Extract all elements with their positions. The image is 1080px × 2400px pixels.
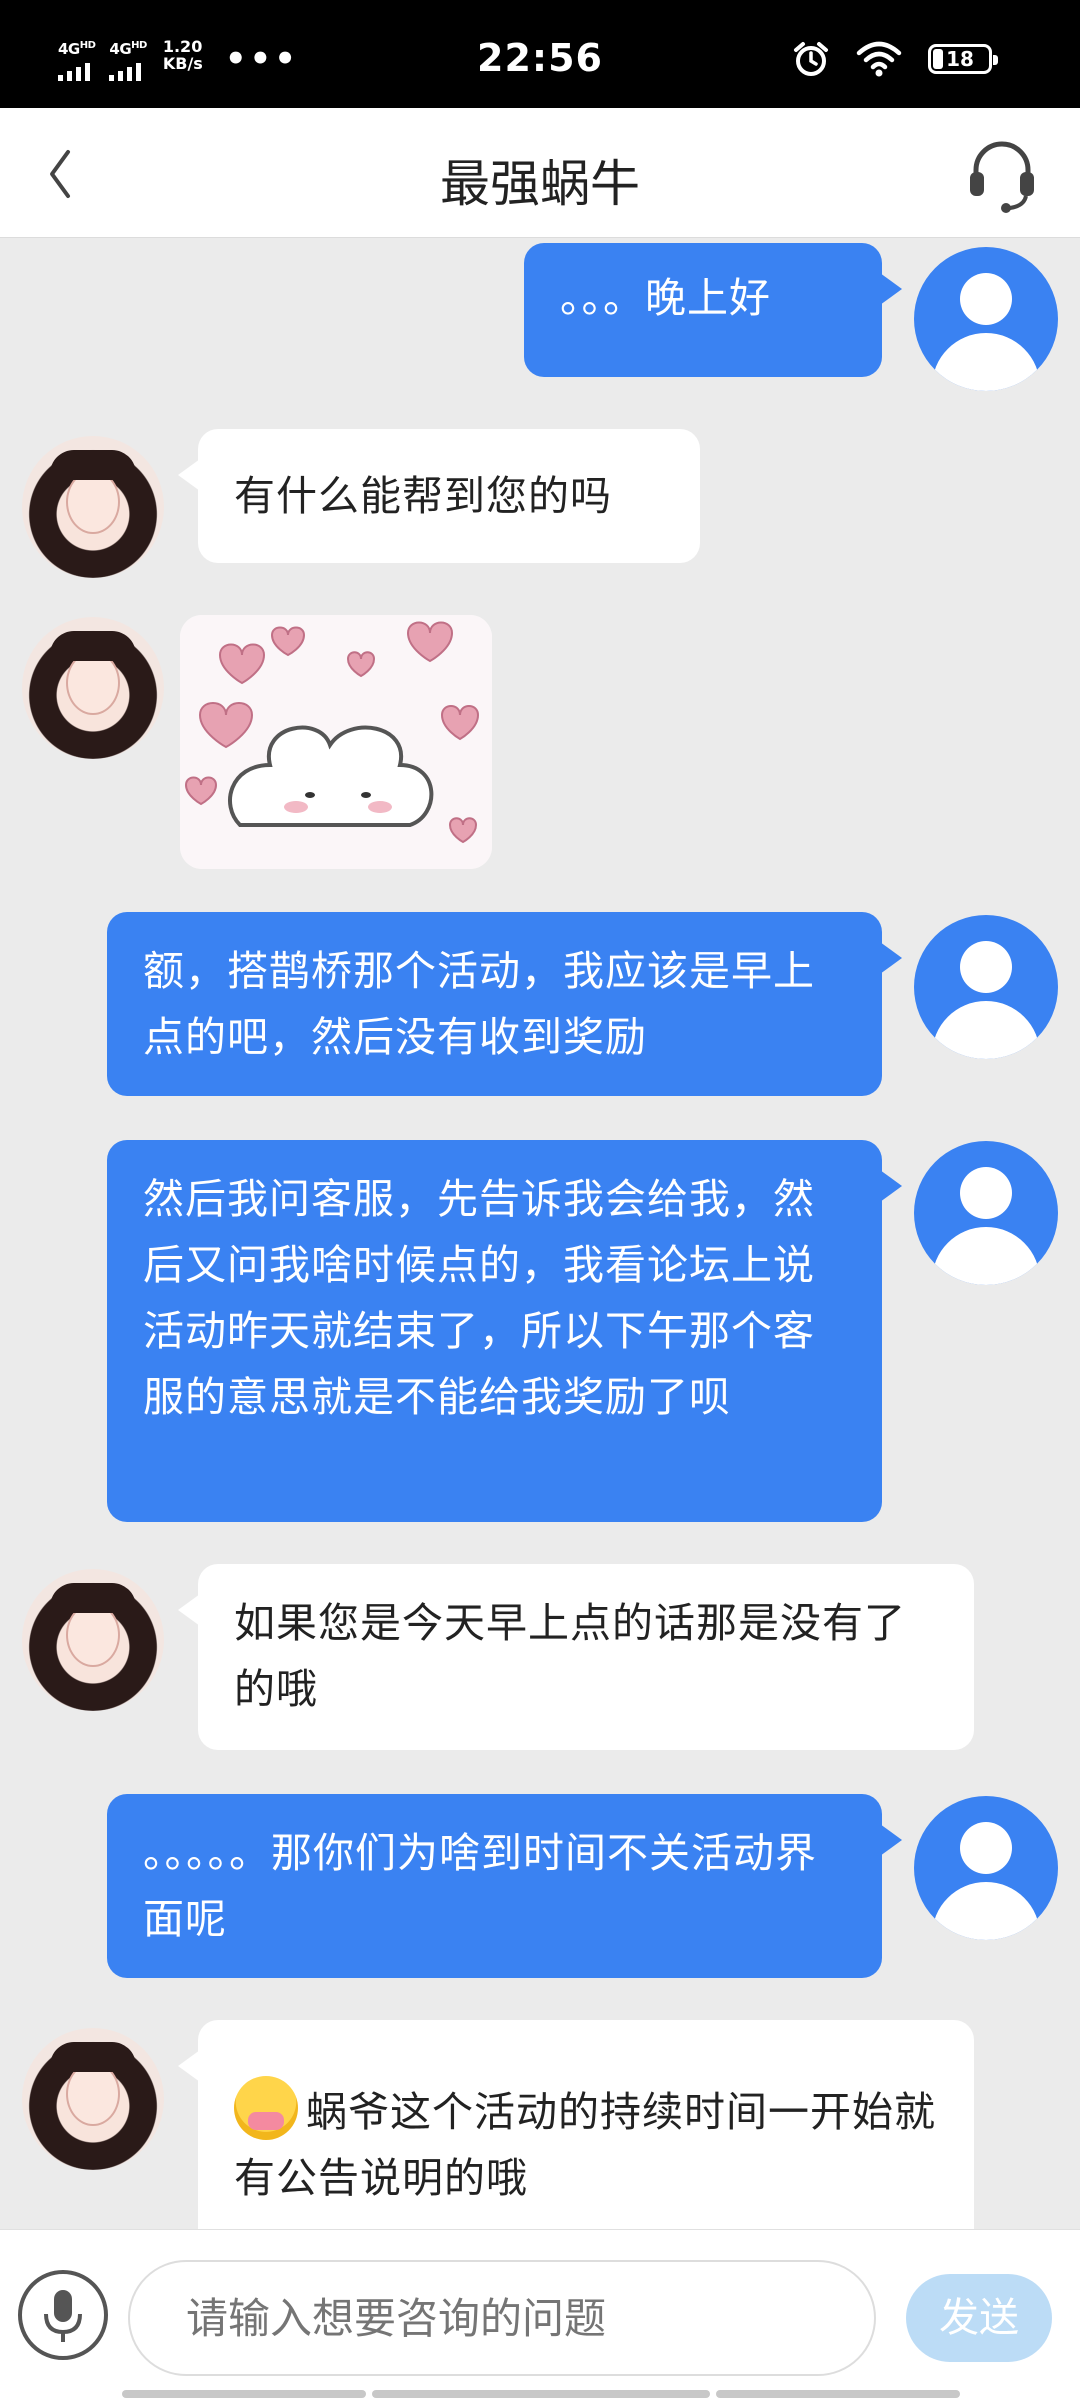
- sticker-image: [180, 615, 492, 869]
- alarm-icon: [794, 42, 828, 76]
- my-message-bubble[interactable]: 额，搭鹊桥那个活动，我应该是早上点的吧，然后没有收到奖励: [107, 912, 902, 1096]
- my-avatar[interactable]: [914, 1796, 1058, 1940]
- agent-avatar[interactable]: [22, 2028, 164, 2170]
- agent-avatar[interactable]: [22, 617, 164, 759]
- agent-avatar[interactable]: [22, 436, 164, 578]
- input-bar: 发送: [0, 2229, 1080, 2400]
- agent-message-bubble[interactable]: 蜗爷这个活动的持续时间一开始就有公告说明的哦: [178, 2020, 974, 2229]
- agent-message-bubble[interactable]: 如果您是今天早上点的话那是没有了的哦: [178, 1564, 974, 1750]
- my-avatar[interactable]: [914, 1141, 1058, 1285]
- message-text: 。。。。。那你们为啥到时间不关活动界面呢: [143, 1829, 817, 1943]
- chat-header: 最强蜗牛: [0, 108, 1080, 238]
- battery-level: 18: [946, 47, 974, 71]
- gesture-bar: [716, 2390, 960, 2398]
- battery-indicator: 18: [928, 44, 998, 74]
- send-button[interactable]: 发送: [906, 2274, 1052, 2362]
- message-text: 额，搭鹊桥那个活动，我应该是早上点的吧，然后没有收到奖励: [143, 947, 815, 1061]
- my-avatar[interactable]: [914, 247, 1058, 391]
- heart-bunny-sticker[interactable]: [180, 615, 492, 869]
- voice-input-button[interactable]: [18, 2270, 108, 2360]
- agent-avatar[interactable]: [22, 1569, 164, 1711]
- gesture-bar: [372, 2390, 710, 2398]
- my-message-bubble[interactable]: 然后我问客服，先告诉我会给我，然后又问我啥时候点的，我看论坛上说活动昨天就结束了…: [107, 1140, 902, 1522]
- my-message-bubble[interactable]: 。。。晚上好: [524, 243, 902, 377]
- message-text: 蜗爷这个活动的持续时间一开始就有公告说明的哦: [234, 2088, 936, 2202]
- agent-message-bubble[interactable]: 有什么能帮到您的吗: [178, 429, 700, 563]
- page-title: 最强蜗牛: [440, 155, 640, 213]
- my-avatar[interactable]: [914, 915, 1058, 1059]
- my-message-bubble[interactable]: 。。。。。那你们为啥到时间不关活动界面呢: [107, 1794, 902, 1978]
- message-text: 。。。晚上好: [560, 274, 771, 322]
- status-bar: 4GHD 4GHD 1.20 KB/s ••• 22:56 18: [0, 0, 1080, 108]
- microphone-icon: [44, 2290, 82, 2342]
- gesture-bar: [122, 2390, 366, 2398]
- message-text: 然后我问客服，先告诉我会给我，然后又问我啥时候点的，我看论坛上说活动昨天就结束了…: [143, 1175, 815, 1421]
- wifi-icon: [856, 41, 902, 77]
- message-text: 有什么能帮到您的吗: [234, 472, 612, 520]
- chat-messages[interactable]: 。。。晚上好 有什么能帮到您的吗 额，搭鹊桥那个活动，我应该是早上点的吧，然后没…: [0, 239, 1080, 2229]
- message-text: 如果您是今天早上点的话那是没有了的哦: [234, 1599, 906, 1713]
- face-with-hand-over-mouth-emoji: [234, 2076, 298, 2140]
- headset-icon[interactable]: [966, 138, 1038, 214]
- question-input[interactable]: [128, 2260, 876, 2376]
